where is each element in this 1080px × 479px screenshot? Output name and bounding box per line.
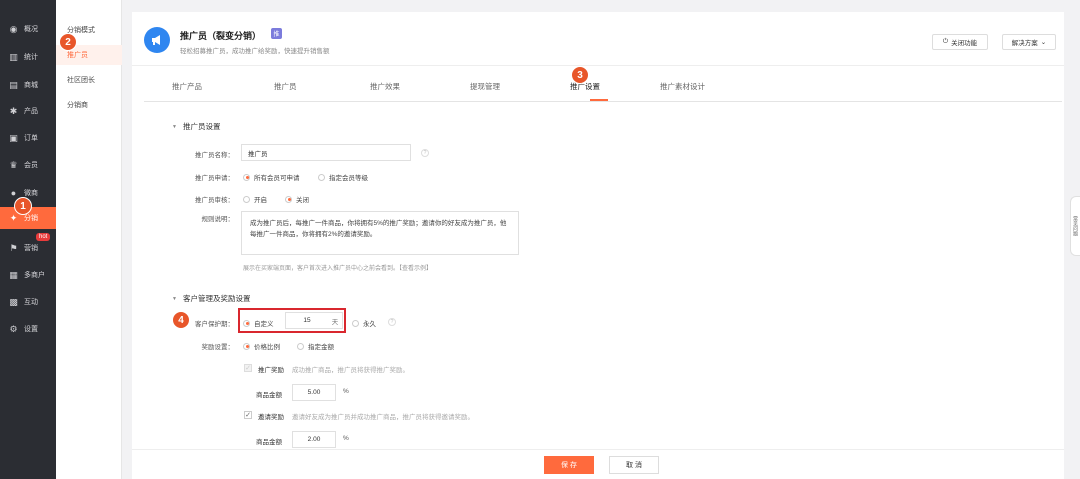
reward-amount-radio[interactable]: 指定金额 [297,341,334,351]
highlight-box [238,308,346,333]
marker-1: 1 [14,197,32,215]
promo-reward-checkbox[interactable]: ✓ [244,364,252,372]
hot-badge: hot [36,233,51,241]
wechat-icon: ● [10,187,17,198]
cancel-button[interactable]: 取 消 [609,456,659,474]
sidebar-item-interaction[interactable]: ▩ 互动 [0,291,56,313]
megaphone-icon [144,27,170,53]
invite-reward-label: 邀请奖励 [258,414,284,421]
section-customer-settings[interactable]: ▼ 客户管理及奖励设置 [172,293,250,304]
protect-forever-radio[interactable]: 永久 [352,318,376,328]
power-icon: ⏻ [942,38,949,45]
tab-promo-products[interactable]: 推广产品 [172,70,202,102]
marketing-icon: ⚑ [9,242,18,253]
tab-promoters[interactable]: 推广员 [274,70,297,102]
radio-dot [297,342,304,350]
help-icon[interactable]: ? [421,149,429,157]
marker-2: 2 [59,33,77,51]
rules-textarea[interactable]: 成为推广员后，每推广一件商品，你将拥有5%的推广奖励；邀请你的好友成为推广员，他… [241,211,519,255]
review-label: 推广员审核： [195,197,234,204]
caret-down-icon: ▼ [172,123,177,130]
promo-reward-label: 推广奖励 [258,367,284,374]
page-subtitle: 轻松招募推广员，成功推广给奖励，快速提升销售额 [180,48,330,55]
page-header: 推广员（裂变分销） 推 轻松招募推广员，成功推广给奖励，快速提升销售额 ⏻ 关闭功… [132,12,1064,66]
help-icon[interactable]: ? [388,318,396,326]
title-tag: 推 [271,28,282,39]
rules-label: 规则说明： [201,216,235,223]
store-icon: ▤ [9,79,18,90]
percent-unit-2: % [343,435,349,442]
interaction-icon: ▩ [9,296,18,307]
faq-side-handle[interactable]: 常见问题 [1070,196,1080,256]
save-button[interactable]: 保 存 [544,456,594,474]
promoter-name-input[interactable]: 推广员 [241,144,411,161]
promo-amount-input[interactable]: 5.00 [292,384,336,401]
dashboard-icon: ◉ [9,23,18,34]
marker-3: 3 [571,66,589,84]
radio-dot [285,195,292,203]
apply-level-radio[interactable]: 指定会员等级 [318,172,368,182]
member-icon: ♛ [9,159,18,170]
radio-dot [243,342,250,350]
invite-reward-desc: 邀请好友成为推广员并成功推广商品，推广员将获得邀请奖励。 [292,414,474,421]
section-promoter-settings[interactable]: ▼ 推广员设置 [172,121,220,132]
close-feature-button[interactable]: ⏻ 关闭功能 [932,34,988,50]
order-icon: ▣ [9,132,18,143]
percent-unit-1: % [343,388,349,395]
reward-ratio-radio[interactable]: 价格比例 [243,341,280,351]
sidebar-item-overview[interactable]: ◉ 概况 [0,18,56,40]
marker-4: 4 [172,311,190,329]
amount-label-1: 商品金额 [256,392,282,399]
review-on-radio[interactable]: 开启 [243,194,267,204]
radio-dot [352,319,359,327]
sub-menu: 分销模式 推广员 社区团长 分销商 [56,0,122,479]
merchants-icon: ▦ [9,269,18,280]
main-panel: 推广员（裂变分销） 推 轻松招募推广员，成功推广给奖励，快速提升销售额 ⏻ 关闭功… [132,12,1064,479]
tab-withdrawal[interactable]: 提现管理 [470,70,500,102]
sidebar-item-member[interactable]: ♛ 会员 [0,154,56,176]
tab-promo-effect[interactable]: 推广效果 [370,70,400,102]
sidebar-item-product[interactable]: ✱ 产品 [0,100,56,122]
sidebar-item-settings[interactable]: ⚙ 设置 [0,318,56,340]
submenu-item-distributor[interactable]: 分销商 [56,95,122,115]
name-label: 推广员名称： [195,152,234,159]
reward-label: 奖励设置： [201,344,235,351]
rules-hint: 展示在买家端页面，客户首次进入推广员中心之前会看到。【查看示例】 [243,266,433,272]
active-tab-indicator [590,99,608,101]
footer-bar: 保 存 取 消 [132,449,1064,479]
page-title: 推广员（裂变分销） [180,31,262,41]
invite-reward-checkbox[interactable]: ✓ [244,411,252,419]
sidebar-item-order[interactable]: ▣ 订单 [0,127,56,149]
sidebar-item-store[interactable]: ▤ 商城 [0,74,56,96]
product-icon: ✱ [9,105,18,116]
tab-bar: 推广产品 推广员 推广效果 提现管理 推广设置 推广素材设计 [144,70,1062,102]
promo-reward-desc: 成功推广商品，推广员将获得推广奖励。 [292,367,409,374]
amount-label-2: 商品金额 [256,439,282,446]
sidebar-item-merchants[interactable]: ▦ 多商户 [0,264,56,286]
sidebar-item-stats[interactable]: ▥ 统计 [0,46,56,68]
submenu-item-community-leader[interactable]: 社区团长 [56,70,122,90]
invite-amount-input[interactable]: 2.00 [292,431,336,448]
radio-dot [243,173,250,181]
solution-dropdown[interactable]: 解决方案 ⌄ [1002,34,1056,50]
caret-down-icon: ▼ [172,295,177,302]
radio-dot [318,173,325,181]
chevron-down-icon: ⌄ [1040,39,1047,46]
review-off-radio[interactable]: 关闭 [285,194,309,204]
settings-icon: ⚙ [9,323,18,334]
distribution-icon: ✦ [9,212,18,223]
radio-dot [243,195,250,203]
apply-label: 推广员申请： [195,175,234,182]
tab-promo-material[interactable]: 推广素材设计 [660,70,705,102]
apply-all-radio[interactable]: 所有会员可申请 [243,172,300,182]
chart-icon: ▥ [9,51,18,62]
